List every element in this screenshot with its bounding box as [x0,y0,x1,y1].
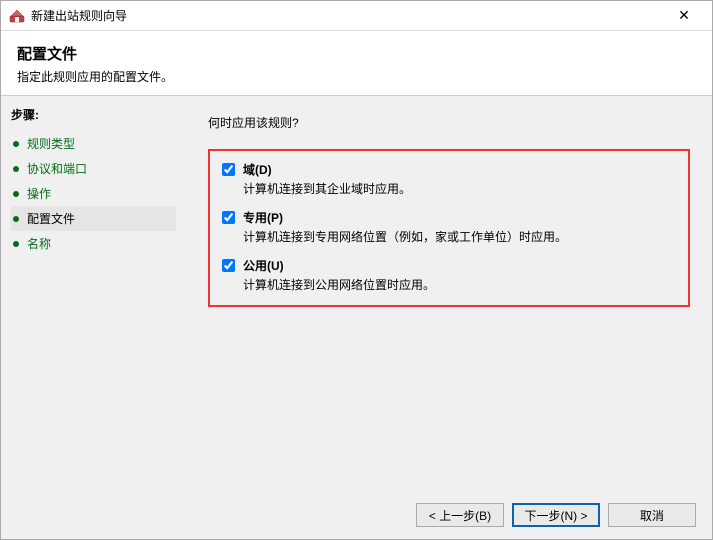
option-description: 计算机连接到公用网络位置时应用。 [243,276,676,293]
step-item-4[interactable]: 名称 [11,231,176,256]
option-description: 计算机连接到专用网络位置（例如，家或工作单位）时应用。 [243,228,676,245]
option-label: 公用(U) [243,257,284,274]
titlebar: 新建出站规则向导 ✕ [1,1,712,31]
step-label: 配置文件 [27,210,75,227]
option-row: 公用(U) [222,257,676,274]
option-checkbox-0[interactable] [222,163,235,176]
step-item-0[interactable]: 规则类型 [11,131,176,156]
steps-sidebar: 步骤: 规则类型协议和端口操作配置文件名称 [1,96,186,491]
step-item-3[interactable]: 配置文件 [11,206,176,231]
profile-option-2: 公用(U) 计算机连接到公用网络位置时应用。 [222,257,676,293]
option-row: 专用(P) [222,209,676,226]
step-label: 名称 [27,235,51,252]
next-button[interactable]: 下一步(N) > [512,503,600,527]
step-item-2[interactable]: 操作 [11,181,176,206]
step-label: 规则类型 [27,135,75,152]
bullet-icon [13,216,19,222]
step-label: 协议和端口 [27,160,87,177]
bullet-icon [13,141,19,147]
option-description: 计算机连接到其企业域时应用。 [243,180,676,197]
option-label: 域(D) [243,161,272,178]
step-item-1[interactable]: 协议和端口 [11,156,176,181]
page-subtitle: 指定此规则应用的配置文件。 [17,68,696,85]
options-list: 域(D) 计算机连接到其企业域时应用。专用(P) 计算机连接到专用网络位置（例如，家… [222,161,676,293]
close-button[interactable]: ✕ [664,1,704,30]
option-label: 专用(P) [243,209,283,226]
steps-heading: 步骤: [11,106,176,123]
options-highlight-box: 域(D) 计算机连接到其企业域时应用。专用(P) 计算机连接到专用网络位置（例如，家… [208,149,690,307]
wizard-header: 配置文件 指定此规则应用的配置文件。 [1,31,712,96]
option-row: 域(D) [222,161,676,178]
main-area: 步骤: 规则类型协议和端口操作配置文件名称 何时应用该规则? 域(D) 计算机连接… [1,96,712,491]
steps-list: 规则类型协议和端口操作配置文件名称 [11,131,176,256]
bullet-icon [13,191,19,197]
bullet-icon [13,166,19,172]
cancel-button[interactable]: 取消 [608,503,696,527]
option-checkbox-2[interactable] [222,259,235,272]
page-title: 配置文件 [17,43,696,64]
close-icon: ✕ [678,7,690,24]
content-pane: 何时应用该规则? 域(D) 计算机连接到其企业域时应用。专用(P) 计算机连接到专用… [186,96,712,491]
step-label: 操作 [27,185,51,202]
wizard-footer: < 上一步(B) 下一步(N) > 取消 [1,491,712,539]
option-checkbox-1[interactable] [222,211,235,224]
back-button[interactable]: < 上一步(B) [416,503,504,527]
window-title: 新建出站规则向导 [31,7,664,24]
profile-option-0: 域(D) 计算机连接到其企业域时应用。 [222,161,676,197]
question-text: 何时应用该规则? [208,114,690,131]
bullet-icon [13,241,19,247]
app-icon [9,8,25,24]
profile-option-1: 专用(P) 计算机连接到专用网络位置（例如，家或工作单位）时应用。 [222,209,676,245]
